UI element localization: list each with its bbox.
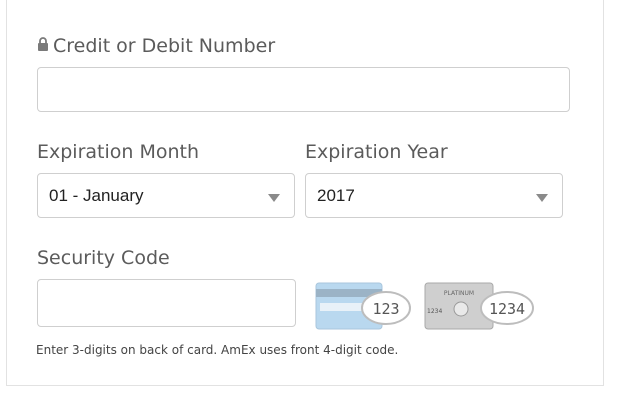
chevron-down-icon <box>536 194 548 202</box>
expiration-year-label: Expiration Year <box>305 141 448 163</box>
expiration-month-label: Expiration Month <box>37 141 200 163</box>
lock-icon <box>38 37 48 51</box>
expiration-month-select[interactable]: 01 - January <box>37 173 295 218</box>
expiration-year-select[interactable]: 2017 <box>305 173 563 218</box>
security-code-label: Security Code <box>37 247 170 269</box>
amex-card-example-image: PLATINUM 1234 1234 <box>424 282 534 330</box>
back-card-code-text: 123 <box>372 300 399 318</box>
card-number-input[interactable] <box>37 67 570 112</box>
security-code-input[interactable] <box>37 279 296 327</box>
amex-card-label: PLATINUM <box>444 290 474 297</box>
chevron-down-icon <box>268 194 280 202</box>
card-number-label: Credit or Debit Number <box>53 35 276 57</box>
card-back-example-image: 123 <box>315 282 411 330</box>
amex-card-number: 1234 <box>427 308 442 315</box>
expiration-year-value: 2017 <box>317 186 355 205</box>
amex-code-text: 1234 <box>489 300 525 318</box>
expiration-month-value: 01 - January <box>49 186 144 205</box>
security-code-help-text: Enter 3-digits on back of card. AmEx use… <box>36 343 399 357</box>
